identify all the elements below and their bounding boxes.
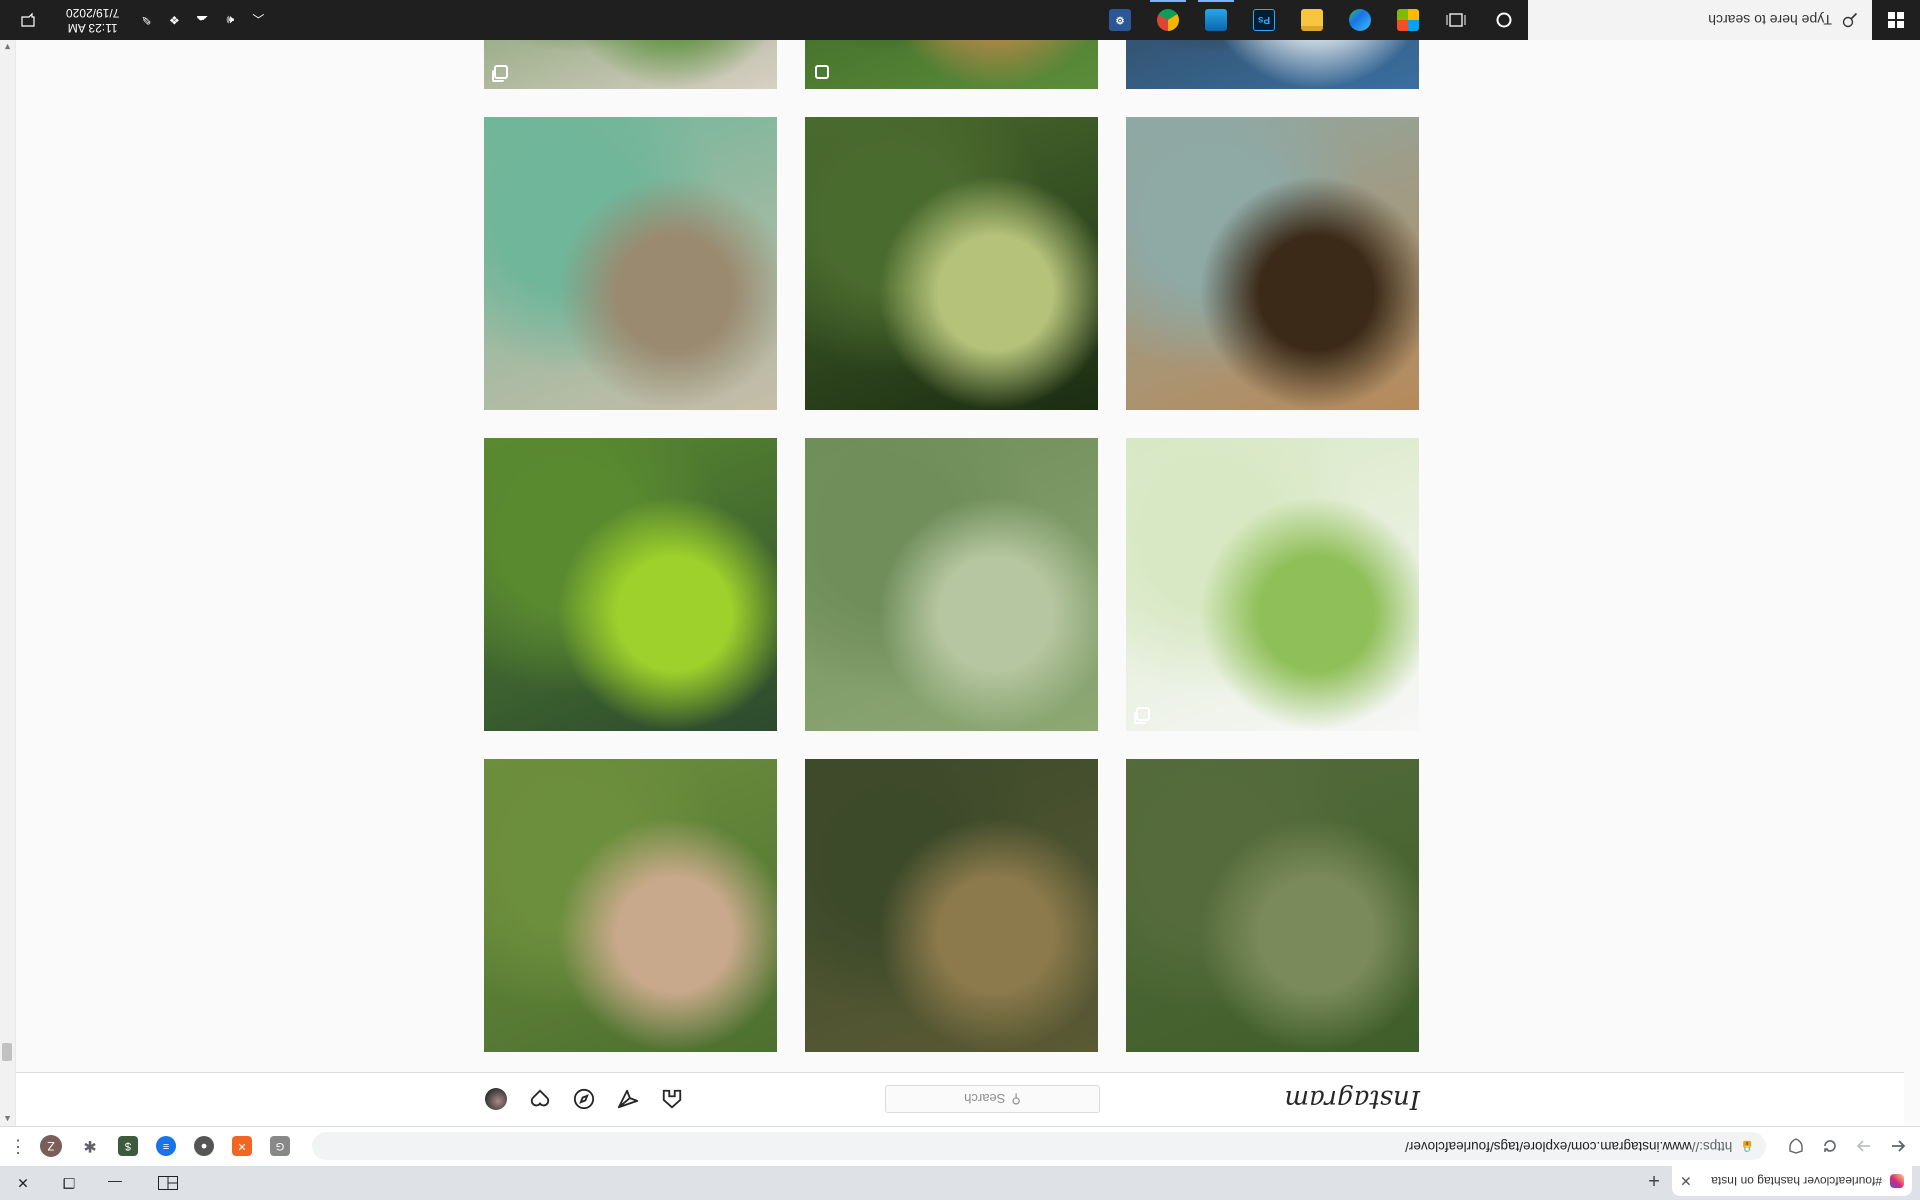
outlook-icon[interactable] <box>1192 0 1240 40</box>
post-thumbnail[interactable] <box>805 438 1098 731</box>
search-placeholder: Search <box>964 1091 1006 1107</box>
post-thumbnail[interactable] <box>805 117 1098 410</box>
post-thumbnail[interactable] <box>1126 759 1419 1052</box>
tab-title: #fourleafclover hashtag on Insta <box>1711 1174 1882 1188</box>
store-logo <box>1397 9 1419 31</box>
show-hidden-icons-chevron-icon[interactable]: ︿ <box>249 12 267 29</box>
reload-button[interactable] <box>1816 1133 1844 1161</box>
extension-translate-icon[interactable]: ≡ <box>156 1136 176 1157</box>
taskbar-search-box[interactable]: Type here to search <box>1528 0 1872 40</box>
windows-logo-icon <box>1888 12 1904 28</box>
tab-close-icon[interactable]: ✕ <box>1680 1173 1692 1190</box>
forward-button[interactable] <box>1850 1133 1878 1161</box>
instagram-header: Instagram ⚲ Search <box>0 1072 1904 1126</box>
task-view-icon[interactable] <box>1432 0 1480 40</box>
clock-time: 11:23 AM <box>67 21 118 35</box>
extension-dollar-icon[interactable]: $ <box>118 1136 138 1157</box>
search-icon <box>1842 12 1858 28</box>
start-button[interactable] <box>1872 0 1920 40</box>
taskbar-search-placeholder: Type here to search <box>1708 12 1832 28</box>
arrow-left-icon <box>1892 1140 1906 1153</box>
cloud-icon[interactable]: ☁ <box>193 13 211 27</box>
edge-browser-icon[interactable] <box>1336 0 1384 40</box>
window-controls: — ❐ ✕ <box>0 1166 198 1200</box>
notification-center-icon[interactable] <box>8 0 48 40</box>
heart-activity-icon[interactable] <box>529 1088 551 1110</box>
browser-tab-instagram[interactable]: #fourleafclover hashtag on Insta ✕ <box>1672 1166 1912 1196</box>
instagram-nav <box>485 1088 705 1110</box>
pen-icon[interactable]: ✎ <box>137 13 155 27</box>
restore-button[interactable]: ❐ <box>46 1166 92 1200</box>
extension-circle-icon[interactable]: ● <box>194 1136 214 1157</box>
explore-compass-icon[interactable] <box>573 1088 595 1110</box>
instagram-logo[interactable]: Instagram <box>1280 1084 1420 1114</box>
post-thumbnail[interactable] <box>484 759 777 1052</box>
gear-logo: ⚙ <box>1109 9 1131 31</box>
close-window-button[interactable]: ✕ <box>0 1166 46 1200</box>
volume-icon[interactable]: 🔊︎ <box>221 13 239 28</box>
taskbar-clock[interactable]: 11:23 AM 7/19/2020 <box>58 5 127 35</box>
browser-tab-strip: #fourleafclover hashtag on Insta ✕ + — ❐… <box>0 1166 1920 1200</box>
address-bar[interactable]: 🔒 https://www.instagram.com/explore/tags… <box>312 1132 1766 1161</box>
instagram-search-input[interactable]: ⚲ Search <box>885 1085 1100 1113</box>
minimize-button[interactable]: — <box>92 1166 138 1200</box>
photoshop-logo: Ps <box>1253 9 1275 31</box>
carousel-badge-icon <box>1136 707 1150 721</box>
url-text: https://www.instagram.com/explore/tags/f… <box>1405 1139 1732 1154</box>
photoshop-icon[interactable]: Ps <box>1240 0 1288 40</box>
user-avatar[interactable] <box>485 1088 507 1110</box>
carousel-badge-icon <box>494 65 508 79</box>
outlook-logo <box>1205 9 1227 31</box>
post-thumbnail[interactable] <box>484 438 777 731</box>
windows-taskbar: Type here to search Ps ⚙ ︿ 🔊︎ ☁ ❖ ✎ 11:2… <box>0 0 1920 40</box>
gear-app-icon[interactable]: ⚙ <box>1096 0 1144 40</box>
dropbox-icon[interactable]: ❖ <box>165 13 183 27</box>
home-icon[interactable] <box>661 1088 683 1110</box>
folder-logo <box>1301 9 1323 31</box>
back-button[interactable] <box>1884 1133 1912 1161</box>
snap-layout-icon[interactable] <box>138 1166 198 1200</box>
post-thumbnail[interactable] <box>1126 117 1419 410</box>
scrollbar-thumb[interactable] <box>2 1043 12 1061</box>
microsoft-store-icon[interactable] <box>1384 0 1432 40</box>
post-thumbnail[interactable] <box>484 117 777 410</box>
url-scheme: https:// <box>1691 1139 1733 1154</box>
scroll-up-arrow-icon[interactable]: ▲ <box>3 1114 12 1124</box>
cortana-icon[interactable] <box>1480 0 1528 40</box>
clock-date: 7/19/2020 <box>66 6 120 20</box>
chrome-icon[interactable] <box>1144 0 1192 40</box>
screen: #fourleafclover hashtag on Insta ✕ + — ❐… <box>0 0 1920 1200</box>
post-thumbnail[interactable] <box>805 759 1098 1052</box>
system-tray: ︿ 🔊︎ ☁ ❖ ✎ 11:23 AM 7/19/2020 <box>0 0 267 40</box>
chrome-logo <box>1157 9 1179 31</box>
browser-toolbar: 🔒 https://www.instagram.com/explore/tags… <box>0 1126 1920 1166</box>
lock-icon: 🔒 <box>1740 1140 1754 1152</box>
new-tab-button[interactable]: + <box>1640 1166 1668 1194</box>
shield-extension-button[interactable] <box>1782 1133 1810 1161</box>
page-scrollbar[interactable]: ▲ ▼ <box>0 40 16 1126</box>
arrow-right-icon <box>1856 1140 1870 1153</box>
instagram-favicon-icon <box>1890 1174 1904 1188</box>
profile-avatar[interactable]: Z <box>40 1135 62 1158</box>
extension-x-icon[interactable]: ✕ <box>232 1136 252 1157</box>
browser-menu-icon[interactable]: ⋮ <box>8 1136 28 1157</box>
direct-message-icon[interactable] <box>617 1088 639 1110</box>
edge-logo <box>1349 9 1371 31</box>
reload-icon <box>1824 1140 1836 1153</box>
extensions-puzzle-icon[interactable]: ✱ <box>80 1137 100 1157</box>
shield-icon <box>1789 1138 1803 1155</box>
post-grid <box>484 0 1419 1052</box>
post-thumbnail[interactable] <box>1126 438 1419 731</box>
search-icon: ⚲ <box>1011 1092 1021 1107</box>
url-path: www.instagram.com/explore/tags/fourleafc… <box>1405 1139 1692 1154</box>
file-explorer-icon[interactable] <box>1288 0 1336 40</box>
extension-g-icon[interactable]: G <box>270 1136 290 1157</box>
scroll-down-arrow-icon[interactable]: ▼ <box>3 42 12 52</box>
single-post-badge-icon <box>815 65 829 79</box>
